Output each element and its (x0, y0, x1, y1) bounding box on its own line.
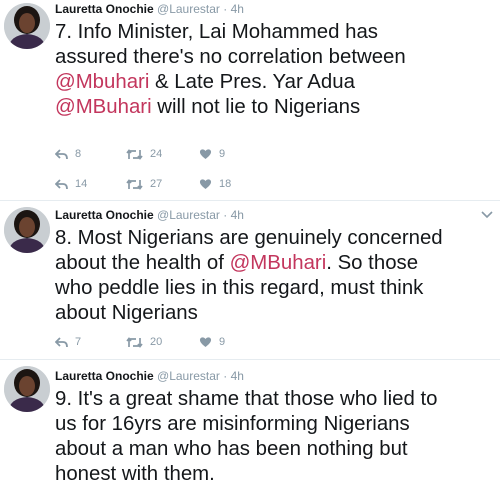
retweet-button[interactable]: 24 (126, 146, 162, 162)
mention-link[interactable]: @MBuhari (55, 96, 152, 118)
tweet-divider (0, 359, 500, 360)
like-button[interactable]: 18 (199, 176, 231, 192)
retweet-icon (126, 148, 143, 160)
tweet-header: Lauretta Onochie @Laurestar · 4h (55, 208, 244, 222)
tweet-header: Lauretta Onochie @Laurestar · 4h (55, 369, 244, 383)
text-line: about the health of @MBuhari. So those (55, 252, 419, 274)
retweet-icon (126, 336, 143, 348)
reply-icon (55, 336, 68, 347)
text-line: 8. Most Nigerians are genuinely concerne… (55, 227, 443, 249)
like-button[interactable]: 9 (199, 146, 225, 162)
retweet-count: 27 (150, 178, 163, 190)
author-name[interactable]: Lauretta Onochie (55, 2, 154, 16)
tweet-text: 8. Most Nigerians are genuinely concerne… (55, 226, 500, 326)
avatar[interactable] (4, 207, 50, 253)
retweet-button[interactable]: 27 (126, 176, 162, 192)
timestamp[interactable]: 4h (231, 2, 244, 16)
reply-button[interactable]: 7 (55, 334, 81, 350)
text-line: 7. Info Minister, Lai Mohammed has (55, 21, 379, 43)
author-name[interactable]: Lauretta Onochie (55, 208, 154, 222)
author-name[interactable]: Lauretta Onochie (55, 369, 154, 383)
separator-dot: · (223, 208, 228, 222)
text-line: 9. It's a great shame that those who lie… (55, 388, 438, 410)
author-handle[interactable]: @Laurestar (157, 2, 220, 16)
text-line: @MBuhari will not lie to Nigerians (55, 96, 361, 118)
separator-dot: · (223, 2, 228, 16)
mention-link[interactable]: @Mbuhari (55, 71, 149, 93)
reply-icon (55, 178, 68, 189)
timestamp[interactable]: 4h (231, 208, 244, 222)
tweet-text: 9. It's a great shame that those who lie… (55, 387, 500, 487)
author-handle[interactable]: @Laurestar (157, 208, 220, 222)
text-line: assured there's no correlation between (55, 46, 406, 68)
retweet-count: 24 (150, 148, 163, 160)
tweet-text: 7. Info Minister, Lai Mohammed has assur… (55, 20, 500, 120)
heart-icon (199, 149, 212, 159)
tweet-divider (0, 200, 500, 201)
reply-button[interactable]: 8 (55, 146, 81, 162)
like-count: 18 (219, 178, 232, 190)
text-line: about a man who has been nothing but (55, 438, 408, 460)
text-line: @Mbuhari & Late Pres. Yar Adua (55, 71, 355, 93)
text-line: us for 16yrs are misinforming Nigerians (55, 413, 410, 435)
reply-icon (55, 148, 68, 159)
timestamp[interactable]: 4h (231, 369, 244, 383)
reply-count: 8 (75, 148, 82, 160)
mention-link[interactable]: @MBuhari (230, 252, 327, 274)
like-count: 9 (219, 148, 226, 160)
separator-dot: · (223, 369, 228, 383)
avatar[interactable] (4, 3, 50, 49)
chevron-down-icon[interactable] (481, 211, 493, 219)
text-line: honest with them. (55, 463, 215, 485)
retweet-count: 20 (150, 336, 163, 348)
like-count: 9 (219, 336, 226, 348)
heart-icon (199, 179, 212, 189)
retweet-button[interactable]: 20 (126, 334, 162, 350)
avatar[interactable] (4, 366, 50, 412)
tweet-header: Lauretta Onochie @Laurestar · 4h (55, 2, 244, 16)
heart-icon (199, 337, 212, 347)
text-line: who peddle lies in this regard, must thi… (55, 277, 424, 299)
like-button[interactable]: 9 (199, 334, 225, 350)
retweet-icon (126, 178, 143, 190)
author-handle[interactable]: @Laurestar (157, 369, 220, 383)
text-line: about Nigerians (55, 302, 198, 324)
reply-count: 7 (75, 336, 82, 348)
reply-button[interactable]: 14 (55, 176, 87, 192)
reply-count: 14 (75, 178, 88, 190)
